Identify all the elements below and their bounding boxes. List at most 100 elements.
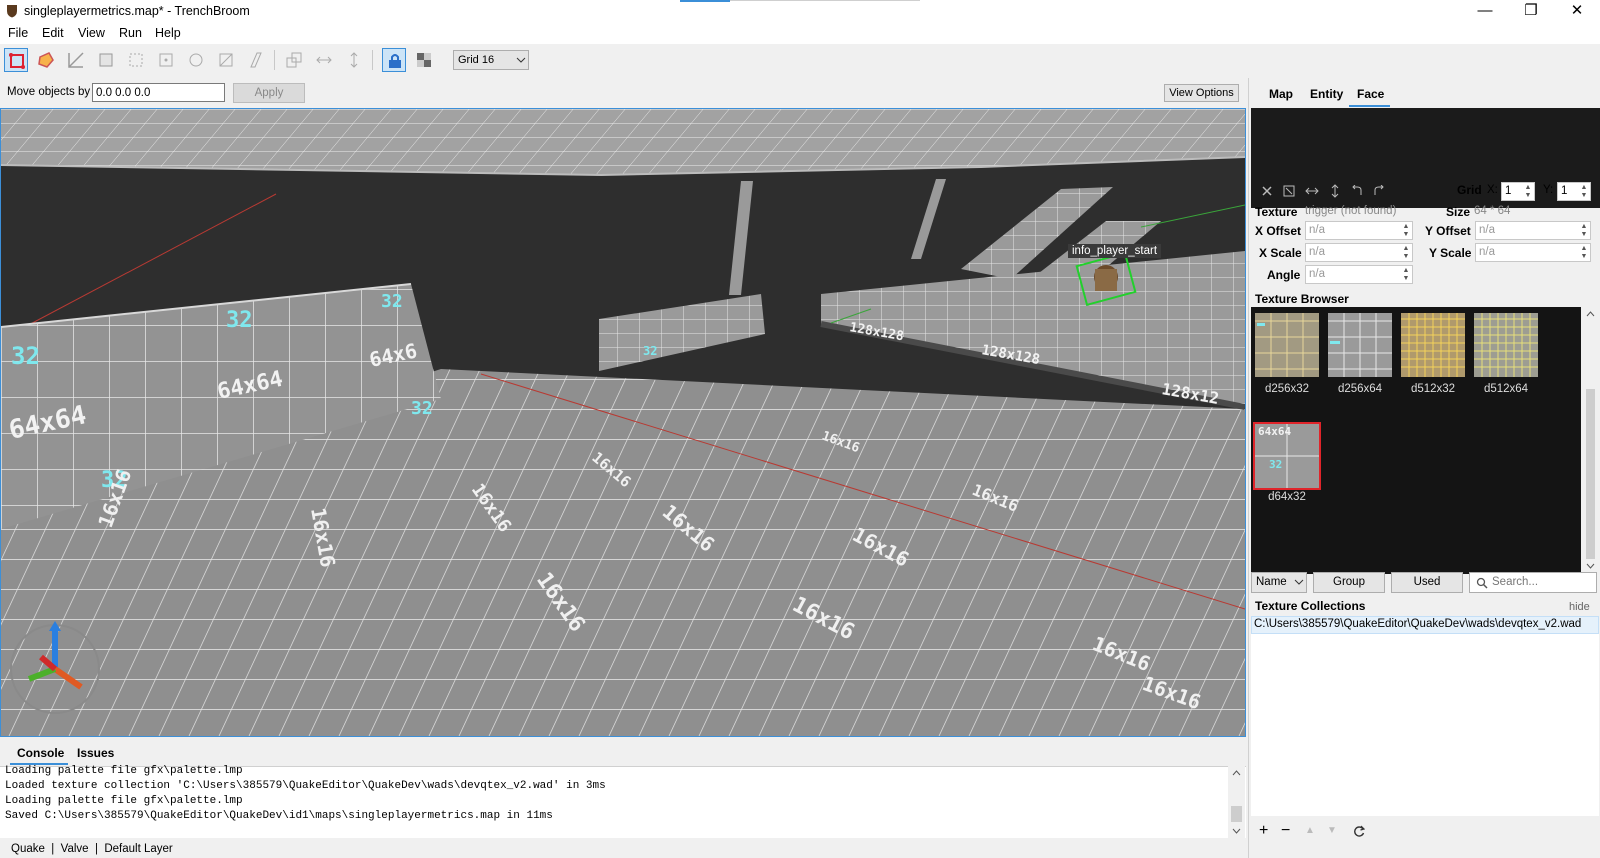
status-text: Quake | Valve | Default Layer bbox=[11, 843, 173, 855]
scroll-up-icon[interactable] bbox=[1232, 770, 1241, 776]
texture-collection-row[interactable]: C:\Users\385579\QuakeEditor\QuakeDev\wad… bbox=[1251, 616, 1599, 634]
spinner-arrows-icon[interactable]: ▲ ▼ bbox=[1402, 267, 1410, 283]
vertex-tool-button[interactable] bbox=[34, 48, 58, 72]
sort-select[interactable]: Name bbox=[1251, 572, 1307, 593]
texture-browser-grid[interactable]: d256x32 d256x64 d512x32 d512x64 64x64 32… bbox=[1251, 307, 1581, 574]
remove-collection-icon[interactable]: − bbox=[1281, 822, 1290, 840]
view-options-button[interactable]: View Options bbox=[1164, 84, 1239, 102]
texture-item[interactable]: d256x32 bbox=[1255, 313, 1319, 395]
tab-console[interactable]: Console bbox=[17, 746, 64, 760]
console-line: Loading palette file gfx\palette.lmp bbox=[5, 765, 243, 777]
menu-edit[interactable]: Edit bbox=[42, 26, 64, 40]
edge-tool-button[interactable] bbox=[64, 48, 88, 72]
console-line: Saved C:\Users\385579\QuakeEditor\QuakeD… bbox=[5, 810, 553, 822]
console-scroll-thumb[interactable] bbox=[1231, 806, 1242, 822]
scroll-up-icon[interactable] bbox=[1586, 311, 1595, 317]
texture-thumbnail: 64x64 32 bbox=[1253, 422, 1321, 490]
texture-item[interactable]: d256x64 bbox=[1328, 313, 1392, 395]
close-button[interactable]: ✕ bbox=[1554, 0, 1600, 24]
csg-tool-button[interactable] bbox=[244, 48, 268, 72]
tab-entity[interactable]: Entity bbox=[1310, 87, 1343, 101]
menu-view[interactable]: View bbox=[78, 26, 105, 40]
spinner-arrows-icon[interactable]: ▲ ▼ bbox=[1580, 184, 1588, 200]
flip-horizontal-button[interactable] bbox=[312, 48, 336, 72]
texture-name: d64x32 bbox=[1268, 491, 1306, 503]
spinner-arrows-icon[interactable]: ▲ ▼ bbox=[1580, 223, 1588, 239]
y-offset-label: Y Offset bbox=[1425, 224, 1471, 238]
texture-collections-list[interactable]: C:\Users\385579\QuakeEditor\QuakeDev\wad… bbox=[1251, 616, 1599, 816]
texture-thumb-label: 64x64 bbox=[1258, 425, 1292, 438]
spinner-arrows-icon[interactable]: ▲ ▼ bbox=[1402, 245, 1410, 261]
angle-spinner[interactable]: n/a ▲ ▼ bbox=[1305, 265, 1413, 284]
reload-icon[interactable] bbox=[1353, 825, 1365, 837]
reset-icon[interactable] bbox=[1261, 185, 1273, 197]
spinner-arrows-icon[interactable]: ▲ ▼ bbox=[1580, 245, 1588, 261]
tab-face[interactable]: Face bbox=[1357, 87, 1384, 101]
brush-tool-button[interactable] bbox=[4, 48, 28, 72]
texture-lock-button[interactable] bbox=[382, 48, 406, 72]
tab-issues[interactable]: Issues bbox=[77, 746, 114, 760]
shear-tool-button[interactable] bbox=[184, 48, 208, 72]
texture-item-selected[interactable]: 64x64 32 d64x32 bbox=[1253, 422, 1321, 503]
scroll-down-icon[interactable] bbox=[1232, 828, 1241, 834]
uv-lock-button[interactable] bbox=[412, 48, 436, 72]
move-down-icon[interactable]: ▼ bbox=[1327, 825, 1337, 836]
grid-size-select[interactable]: Grid 16 bbox=[453, 50, 529, 70]
size-label: Size bbox=[1446, 205, 1471, 219]
texture-item[interactable]: d512x32 bbox=[1401, 313, 1465, 395]
move-objects-input[interactable] bbox=[92, 83, 225, 102]
menu-help[interactable]: Help bbox=[155, 26, 181, 40]
menu-file[interactable]: File bbox=[8, 26, 28, 40]
flip-v-icon[interactable] bbox=[1329, 184, 1341, 198]
scale-tool-button[interactable] bbox=[154, 48, 178, 72]
clip-tool-button[interactable] bbox=[214, 48, 238, 72]
texture-collections-hide-link[interactable]: hide bbox=[1569, 601, 1590, 613]
move-up-icon[interactable]: ▲ bbox=[1305, 825, 1315, 836]
texture-thumbnail bbox=[1401, 313, 1465, 377]
rotate-tool-button[interactable] bbox=[124, 48, 148, 72]
y-scale-spinner[interactable]: n/a ▲ ▼ bbox=[1475, 243, 1591, 262]
maximize-button[interactable]: ❐ bbox=[1508, 0, 1554, 24]
texture-scroll-thumb[interactable] bbox=[1586, 389, 1595, 559]
viewport-scene: 64x64 64x64 64x6 128x128 128x128 128x12 … bbox=[1, 109, 1245, 736]
add-collection-icon[interactable]: + bbox=[1259, 822, 1268, 840]
console-scrollbar[interactable] bbox=[1228, 766, 1245, 838]
grid-x-label: X: bbox=[1487, 184, 1498, 196]
x-offset-spinner[interactable]: n/a ▲ ▼ bbox=[1305, 221, 1413, 240]
texture-browser-scrollbar[interactable] bbox=[1582, 307, 1599, 574]
used-button[interactable]: Used bbox=[1391, 572, 1463, 593]
apply-button[interactable]: Apply bbox=[233, 83, 305, 103]
scale-tool-icon bbox=[159, 53, 173, 67]
face-tool-button[interactable] bbox=[94, 48, 118, 72]
flip-vertical-button[interactable] bbox=[342, 48, 366, 72]
toolbar-separator bbox=[274, 50, 275, 70]
rotate-cw-icon[interactable] bbox=[1373, 185, 1385, 197]
3d-viewport[interactable]: 64x64 64x64 64x6 128x128 128x128 128x12 … bbox=[0, 108, 1246, 737]
tab-map[interactable]: Map bbox=[1269, 87, 1293, 101]
texture-item[interactable]: d512x64 bbox=[1474, 313, 1538, 395]
texture-thumbnail bbox=[1255, 313, 1319, 377]
menu-run[interactable]: Run bbox=[119, 26, 142, 40]
grid-y-spinner[interactable]: 1 ▲ ▼ bbox=[1557, 182, 1591, 201]
rotate-ccw-icon[interactable] bbox=[1351, 185, 1363, 197]
console-output[interactable]: Loading palette file gfx\palette.lmp Loa… bbox=[0, 765, 1246, 838]
chevron-down-icon bbox=[516, 57, 526, 63]
console-tab-bar: Console Issues bbox=[0, 743, 1246, 765]
grid-x-spinner[interactable]: 1 ▲ ▼ bbox=[1501, 182, 1535, 201]
texture-name: d256x64 bbox=[1337, 383, 1383, 395]
reset-align-icon[interactable] bbox=[1283, 185, 1295, 197]
flip-h-icon[interactable] bbox=[1305, 185, 1319, 197]
menu-bar: File Edit View Run Help bbox=[0, 24, 1600, 44]
group-button[interactable]: Group bbox=[1313, 572, 1385, 593]
duplicate-button[interactable] bbox=[282, 48, 306, 72]
x-scale-spinner[interactable]: n/a ▲ ▼ bbox=[1305, 243, 1413, 262]
spinner-arrows-icon[interactable]: ▲ ▼ bbox=[1402, 223, 1410, 239]
minimize-button[interactable]: — bbox=[1462, 0, 1508, 24]
texture-search-input[interactable]: Search... bbox=[1469, 572, 1597, 593]
csg-tool-icon bbox=[250, 52, 262, 68]
scroll-down-icon[interactable] bbox=[1586, 563, 1595, 569]
texture-collections-footer: + − ▲ ▼ bbox=[1249, 820, 1600, 844]
wall-texture-label: 32 bbox=[643, 344, 657, 358]
spinner-arrows-icon[interactable]: ▲ ▼ bbox=[1524, 184, 1532, 200]
y-offset-spinner[interactable]: n/a ▲ ▼ bbox=[1475, 221, 1591, 240]
